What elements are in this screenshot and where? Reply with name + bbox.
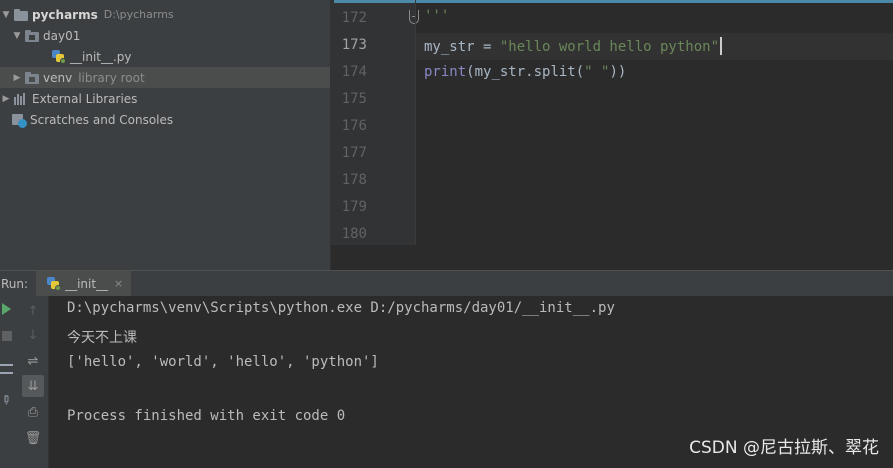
print-icon[interactable]: ⎙ bbox=[22, 401, 44, 423]
watermark: CSDN @尼古拉斯、翠花 bbox=[689, 438, 879, 458]
scratches-icon bbox=[12, 113, 27, 128]
tree-item-day01[interactable]: ▼ day01 bbox=[0, 25, 330, 46]
console-line-output: 今天不上课 bbox=[67, 330, 137, 346]
tree-item-label: day01 bbox=[43, 28, 81, 43]
run-panel-header: Run: __init__ × bbox=[0, 270, 893, 296]
editor-tab-indicator bbox=[334, 0, 893, 3]
library-folder-icon bbox=[25, 71, 40, 84]
code-assignment: my_str = bbox=[424, 39, 500, 55]
docstring-end: ''' bbox=[424, 8, 450, 24]
code-line-173[interactable]: my_str = "hello world hello python" bbox=[424, 37, 723, 55]
tree-item-label: External Libraries bbox=[32, 91, 138, 106]
run-tab-init[interactable]: __init__ × bbox=[36, 271, 132, 296]
gutter-divider bbox=[415, 0, 416, 245]
line-number-active: 173 bbox=[341, 37, 367, 53]
python-file-icon bbox=[46, 276, 62, 291]
tree-item-venv[interactable]: ▶ venv library root bbox=[0, 67, 330, 88]
code-editor[interactable]: 172 173 174 175 176 177 178 179 180 ''' … bbox=[330, 0, 893, 270]
tree-item-scratches[interactable]: Scratches and Consoles bbox=[0, 109, 330, 130]
line-number: 180 bbox=[341, 226, 367, 242]
python-file-icon bbox=[51, 49, 67, 64]
code-line-172[interactable]: ''' bbox=[424, 8, 449, 24]
string-literal: " " bbox=[584, 64, 610, 80]
tree-item-external-libraries[interactable]: ▶ External Libraries bbox=[0, 88, 330, 109]
line-number: 172 bbox=[341, 10, 367, 26]
scroll-to-end-icon[interactable]: ⇊ bbox=[22, 375, 44, 397]
project-tree-panel: ▼ pycharms D:\pycharms ▼ day01 __init__.… bbox=[0, 0, 330, 270]
line-number: 177 bbox=[341, 145, 367, 161]
tree-item-label: venv bbox=[43, 70, 73, 85]
tree-item-label: __init__.py bbox=[70, 49, 132, 64]
layout-icon[interactable] bbox=[0, 364, 13, 374]
line-number: 176 bbox=[341, 118, 367, 134]
code-line-174[interactable]: print(my_str.split(" ")) bbox=[424, 64, 626, 80]
tree-item-path: D:\pycharms bbox=[103, 8, 174, 21]
console-line-output: ['hello', 'world', 'hello', 'python'] bbox=[67, 354, 379, 370]
line-number-gutter: 172 173 174 175 176 177 178 179 180 bbox=[331, 0, 415, 245]
rerun-icon[interactable] bbox=[2, 303, 11, 315]
library-root-note: library root bbox=[78, 70, 145, 85]
tree-item-init-py[interactable]: __init__.py bbox=[0, 46, 330, 67]
code-call: (my_str.split( bbox=[466, 64, 585, 80]
pin-icon[interactable]: ✎ bbox=[0, 391, 15, 408]
builtin-function: print bbox=[424, 64, 467, 80]
package-folder-icon bbox=[25, 29, 40, 42]
chevron-down-icon[interactable]: ▼ bbox=[11, 31, 23, 41]
tree-item-pycharms[interactable]: ▼ pycharms D:\pycharms bbox=[0, 4, 330, 25]
console-line-exit: Process finished with exit code 0 bbox=[67, 408, 346, 424]
libraries-icon bbox=[14, 92, 29, 105]
run-label: Run: bbox=[1, 276, 29, 291]
line-number: 175 bbox=[341, 91, 367, 107]
tree-item-label: Scratches and Consoles bbox=[30, 112, 174, 127]
stop-icon[interactable] bbox=[2, 331, 12, 341]
chevron-right-icon[interactable]: ▶ bbox=[0, 94, 12, 104]
line-number: 178 bbox=[341, 172, 367, 188]
line-number: 179 bbox=[341, 199, 367, 215]
down-arrow-icon[interactable]: ↓ bbox=[22, 324, 44, 346]
run-tab-label: __init__ bbox=[65, 276, 109, 291]
code-call-close: )) bbox=[609, 64, 627, 80]
chevron-right-icon[interactable]: ▶ bbox=[11, 73, 23, 83]
console-line-command: D:\pycharms\venv\Scripts\python.exe D:/p… bbox=[67, 300, 615, 316]
close-icon[interactable]: × bbox=[114, 277, 123, 290]
text-caret bbox=[720, 37, 723, 55]
up-arrow-icon[interactable]: ↑ bbox=[22, 300, 44, 322]
console-toolbar: ↑ ↓ ⇌ ⇊ ⎙ 🗑 bbox=[16, 296, 49, 468]
trash-icon[interactable]: 🗑 bbox=[22, 427, 44, 449]
folder-icon bbox=[14, 8, 29, 21]
line-number: 174 bbox=[341, 64, 367, 80]
chevron-down-icon[interactable]: ▼ bbox=[0, 10, 12, 20]
string-literal: "hello world hello python" bbox=[499, 39, 720, 55]
run-action-strip: ✎ bbox=[0, 296, 16, 468]
tree-item-label: pycharms bbox=[32, 7, 98, 22]
soft-wrap-icon[interactable]: ⇌ bbox=[22, 350, 44, 372]
fold-collapse-icon[interactable] bbox=[409, 10, 419, 24]
